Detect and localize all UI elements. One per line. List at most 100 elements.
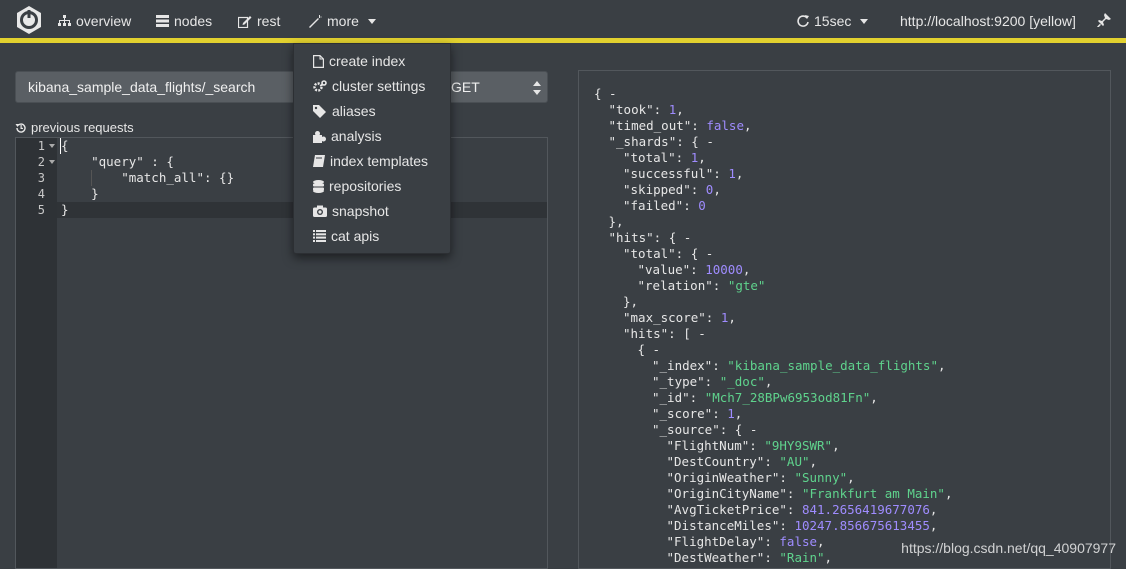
response-json-token: "Mch7_28BPw6953od81Fn" xyxy=(704,390,871,405)
response-json-token: 10000 xyxy=(705,262,743,277)
request-url-value: kibana_sample_data_flights/_search xyxy=(28,79,256,95)
camera-icon xyxy=(313,205,327,217)
response-json-token: "kibana_sample_data_flights" xyxy=(727,358,938,373)
menu-item-cat-apis[interactable]: cat apis xyxy=(313,228,379,244)
response-json-line: "_source": { - xyxy=(652,422,757,438)
response-json-token: "relation": xyxy=(637,278,728,293)
nav-overview-label: overview xyxy=(76,13,132,29)
pin-button[interactable] xyxy=(1097,13,1111,27)
response-json-token: "DestCountry": xyxy=(666,454,780,469)
response-json-token: "9HY9SWR" xyxy=(764,438,833,453)
menu-item-index-templates[interactable]: index templates xyxy=(313,153,428,169)
response-json-token: "value": xyxy=(637,262,706,277)
response-json-line: "_id": "Mch7_28BPw6953od81Fn", xyxy=(652,390,878,406)
response-json-line: }, xyxy=(609,214,624,230)
response-json-token: , xyxy=(847,470,855,485)
response-json-token: , xyxy=(824,550,833,565)
response-json-line: "failed": 0 xyxy=(623,198,706,214)
menu-item-label: repositories xyxy=(329,178,402,194)
response-json-token: "FlightNum": xyxy=(666,438,765,453)
code-line: { xyxy=(61,138,69,153)
response-json-token: "DestWeather": xyxy=(666,550,780,565)
nav-overview[interactable]: overview xyxy=(58,13,131,29)
response-json-token: , xyxy=(870,390,878,405)
response-json-token: , xyxy=(832,438,840,453)
response-json-token: "total": { - xyxy=(623,246,714,261)
response-viewer[interactable]: { - "took": 1, "timed_out": false, "_shards… xyxy=(578,70,1111,569)
response-json-line: "OriginCityName": "Frankfurt am Main", xyxy=(667,486,953,502)
code-line: } xyxy=(61,186,99,201)
nav-nodes-label: nodes xyxy=(174,13,213,29)
response-json-token: }, xyxy=(623,294,639,309)
database-icon xyxy=(313,179,324,193)
response-json-line: "timed_out": false, xyxy=(609,118,752,134)
response-json-token: "Rain" xyxy=(779,550,825,565)
response-json-token: "AU" xyxy=(779,454,810,469)
tags-icon xyxy=(313,104,326,118)
response-json-token: "_index": xyxy=(652,358,728,373)
menu-item-repositories[interactable]: repositories xyxy=(313,178,401,194)
more-dropdown-menu: create index cluster settings aliases an… xyxy=(293,43,451,254)
menu-item-label: snapshot xyxy=(332,203,389,219)
response-json-line: "_shards": { - xyxy=(609,134,714,150)
nav-rest-label: rest xyxy=(257,13,281,29)
response-json-line: "AvgTicketPrice": 841.2656419677076, xyxy=(667,502,938,518)
menu-item-snapshot[interactable]: snapshot xyxy=(313,203,389,219)
cluster-url-label: http://localhost:9200 [yellow] xyxy=(900,13,1076,29)
response-json-token: "took": xyxy=(608,102,669,117)
response-json-line: "total": 1, xyxy=(623,150,706,166)
response-json-line: }, xyxy=(623,294,638,310)
puzzle-icon xyxy=(313,130,326,143)
response-json-line: "hits": { - xyxy=(609,230,692,246)
request-url-input[interactable]: kibana_sample_data_flights/_search xyxy=(15,71,305,103)
response-json-line: "max_score": 1, xyxy=(623,310,736,326)
response-json-token: "total": xyxy=(623,150,691,165)
fold-toggle-icon[interactable] xyxy=(49,144,55,148)
response-json-token: "Sunny" xyxy=(794,470,848,485)
response-json-token: { - xyxy=(594,86,617,101)
menu-item-cluster-settings[interactable]: cluster settings xyxy=(313,78,425,94)
response-json-token: "DistanceMiles": xyxy=(666,518,795,533)
menu-item-aliases[interactable]: aliases xyxy=(313,103,376,119)
refresh-interval-dropdown[interactable]: 15sec xyxy=(797,13,869,29)
menu-item-create-index[interactable]: create index xyxy=(313,53,405,69)
file-icon xyxy=(313,54,324,68)
response-json-token: , xyxy=(937,358,946,373)
response-json-token: "failed": xyxy=(623,198,699,213)
response-json-token: "hits": { - xyxy=(608,230,692,245)
response-json-token: , xyxy=(742,262,751,277)
top-navbar: overview nodes rest more 15sec http://lo… xyxy=(0,0,1126,43)
http-method-value: GET xyxy=(451,79,480,95)
response-json-token: "AvgTicketPrice": xyxy=(666,502,802,517)
elasticsearch-head-logo-icon[interactable] xyxy=(14,5,44,35)
response-json-token: 1 xyxy=(728,166,736,181)
nav-more-dropdown[interactable]: more xyxy=(309,13,376,29)
request-body-editor[interactable]: 1 2 3 4 5 { "query" : { "match_all": {} … xyxy=(15,137,548,569)
response-json-token: "skipped": xyxy=(623,182,706,197)
previous-requests-link[interactable]: previous requests xyxy=(15,120,134,135)
menu-item-analysis[interactable]: analysis xyxy=(313,128,382,144)
fold-toggle-icon[interactable] xyxy=(49,160,55,164)
nav-nodes[interactable]: nodes xyxy=(156,13,212,29)
response-json-line: "_type": "_doc", xyxy=(652,374,772,390)
text-cursor xyxy=(60,138,61,154)
response-json-token: , xyxy=(728,310,736,325)
response-json-token: , xyxy=(809,454,818,469)
response-json-token: , xyxy=(743,118,752,133)
response-json-line: "FlightNum": "9HY9SWR", xyxy=(667,438,840,454)
line-number: 3 xyxy=(37,171,45,185)
response-json-token: , xyxy=(929,518,938,533)
response-json-line: "total": { - xyxy=(623,246,713,262)
server-icon xyxy=(156,15,169,27)
line-number: 5 xyxy=(37,203,45,217)
response-json-token: "_score": xyxy=(652,406,728,421)
response-json-line: "DestWeather": "Rain", xyxy=(667,550,833,566)
response-json-line: "hits": [ - xyxy=(623,326,706,342)
refresh-icon xyxy=(797,15,809,27)
http-method-select[interactable]: GET xyxy=(440,71,548,103)
response-json-token: , xyxy=(944,486,953,501)
cluster-connection[interactable]: http://localhost:9200 [yellow] xyxy=(900,13,1076,29)
refresh-interval-label: 15sec xyxy=(814,13,852,29)
nav-rest[interactable]: rest xyxy=(238,13,280,29)
response-json-token: false xyxy=(706,118,744,133)
